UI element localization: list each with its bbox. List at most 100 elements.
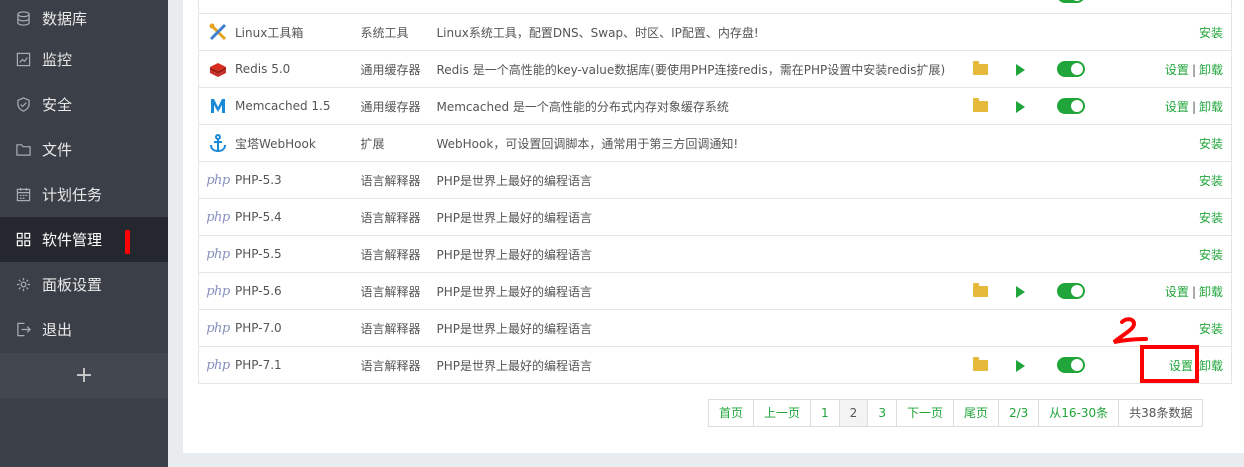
php-icon: php [206,357,230,373]
anchor-icon [207,134,229,153]
software-name: Memcached 1.5 [235,99,331,113]
sidebar-item-label: 面板设置 [42,276,103,294]
table-row: Redis 5.0 通用缓存器 Redis 是一个高性能的key-value数据… [198,50,1232,88]
settings-link[interactable]: 设置 [1165,285,1189,299]
uninstall-link[interactable]: 卸载 [1199,285,1223,299]
install-button[interactable]: 安装 [1199,137,1223,151]
software-type: 通用缓存器 [360,50,437,88]
software-desc: Linux系统工具，配置DNS、Swap、时区、IP配置、内存盘! [436,13,961,51]
uninstall-link[interactable]: 卸载 [1199,100,1223,114]
software-desc: PHP是世界上最好的编程语言 [436,309,961,347]
software-panel: Linux工具箱 系统工具 Linux系统工具，配置DNS、Swap、时区、IP… [183,0,1244,453]
page-3[interactable]: 3 [867,400,896,426]
software-name: 宝塔WebHook [235,136,316,151]
install-button[interactable]: 安装 [1199,322,1223,336]
page-2-current: 2 [838,400,868,426]
sidebar-item-database[interactable]: 数据库 [0,0,168,37]
grid-icon [16,232,31,247]
table-row: php PHP-5.5 语言解释器 PHP是世界上最好的编程语言 安装 [198,235,1232,273]
software-desc: Redis 是一个高性能的key-value数据库(要使用PHP连接redis，… [436,50,961,88]
sidebar-item-label: 计划任务 [42,186,103,204]
sidebar-item-software[interactable]: 软件管理 [0,217,168,262]
open-folder-icon[interactable] [973,61,988,75]
page-info: 2/3 [997,400,1038,426]
service-toggle[interactable] [1056,98,1085,114]
service-toggle[interactable] [1056,283,1085,299]
software-type: 扩展 [360,124,437,162]
settings-link[interactable]: 设置 [1165,63,1189,77]
sidebar-item-label: 文件 [42,141,73,159]
sidebar-item-label: 软件管理 [42,231,103,249]
table-row: Memcached 1.5 通用缓存器 Memcached 是一个高性能的分布式… [198,87,1232,125]
software-table: Linux工具箱 系统工具 Linux系统工具，配置DNS、Swap、时区、IP… [198,0,1232,384]
sidebar-item-security[interactable]: 安全 [0,82,168,127]
redis-icon [207,60,229,78]
software-name: PHP-5.4 [235,210,282,224]
table-row: php PHP-7.1 语言解释器 PHP是世界上最好的编程语言 设置 卸载 [198,346,1232,384]
sidebar-item-label: 安全 [42,96,73,114]
sidebar-item-settings[interactable]: 面板设置 [0,262,168,307]
software-name: PHP-7.1 [235,358,282,372]
php-icon: php [206,320,230,336]
software-desc: Memcached 是一个高性能的分布式内存对象缓存系统 [436,87,961,125]
sidebar-item-monitor[interactable]: 监控 [0,37,168,82]
software-name: Linux工具箱 [235,25,304,40]
page-first[interactable]: 首页 [709,400,753,426]
sidebar: 数据库 监控 安全 文件 计划任务 软件管理 面板设置 退出 + [0,0,168,467]
shield-icon [16,97,31,112]
page-next[interactable]: 下一页 [895,400,953,426]
software-name: PHP-5.3 [235,173,282,187]
software-type: 语言解释器 [360,235,437,273]
php-icon: php [206,246,230,262]
sidebar-item-label: 数据库 [42,10,88,28]
play-icon[interactable] [1016,100,1025,113]
page-total: 共38条数据 [1118,400,1202,426]
uninstall-link[interactable]: 卸载 [1199,359,1223,373]
annotation-marker [125,230,130,254]
software-name: PHP-5.6 [235,284,282,298]
open-folder-icon[interactable] [973,357,988,371]
open-folder-icon[interactable] [973,98,988,112]
software-type: 语言解释器 [360,161,437,199]
software-type: 语言解释器 [360,272,437,310]
install-button[interactable]: 安装 [1199,211,1223,225]
database-icon [16,11,31,26]
page-prev[interactable]: 上一页 [753,400,810,426]
software-desc: PHP是世界上最好的编程语言 [436,235,961,273]
software-type: 通用缓存器 [360,87,437,125]
software-type: 语言解释器 [360,309,437,347]
sidebar-item-files[interactable]: 文件 [0,127,168,172]
service-toggle[interactable] [1056,357,1085,373]
software-name: Redis 5.0 [235,62,291,76]
install-button[interactable]: 安装 [1199,26,1223,40]
table-row: Linux工具箱 系统工具 Linux系统工具，配置DNS、Swap、时区、IP… [198,13,1232,51]
uninstall-link[interactable]: 卸载 [1199,63,1223,77]
play-icon[interactable] [1016,63,1025,76]
table-row: 宝塔WebHook 扩展 WebHook，可设置回调脚本，通常用于第三方回调通知… [198,124,1232,162]
software-type: 语言解释器 [360,346,437,384]
install-button[interactable]: 安装 [1199,174,1223,188]
install-button[interactable]: 安装 [1199,248,1223,262]
play-icon[interactable] [1016,359,1025,372]
settings-link[interactable]: 设置 [1165,100,1189,114]
software-desc: WebHook，可设置回调脚本，通常用于第三方回调通知! [436,124,961,162]
play-icon[interactable] [1016,285,1025,298]
sidebar-item-label: 退出 [42,321,73,339]
software-type: 语言解释器 [360,198,437,236]
page-last[interactable]: 尾页 [952,400,998,426]
open-folder-icon[interactable] [973,283,988,297]
software-name: PHP-5.5 [235,247,282,261]
service-toggle[interactable] [1056,0,1085,3]
pagination: 首页 上一页 1 2 3 下一页 尾页 2/3 从16-30条 共38条数据 [708,399,1204,427]
table-row: php PHP-5.3 语言解释器 PHP是世界上最好的编程语言 安装 [198,161,1232,199]
table-row: php PHP-5.4 语言解释器 PHP是世界上最好的编程语言 安装 [198,198,1232,236]
php-icon: php [206,283,230,299]
service-toggle[interactable] [1056,61,1085,77]
table-row [198,0,1232,14]
sidebar-add-button[interactable]: + [0,353,168,398]
software-desc: PHP是世界上最好的编程语言 [436,161,961,199]
sidebar-item-logout[interactable]: 退出 [0,307,168,352]
calendar-icon [16,187,31,202]
sidebar-item-crontab[interactable]: 计划任务 [0,172,168,217]
page-1[interactable]: 1 [810,400,839,426]
